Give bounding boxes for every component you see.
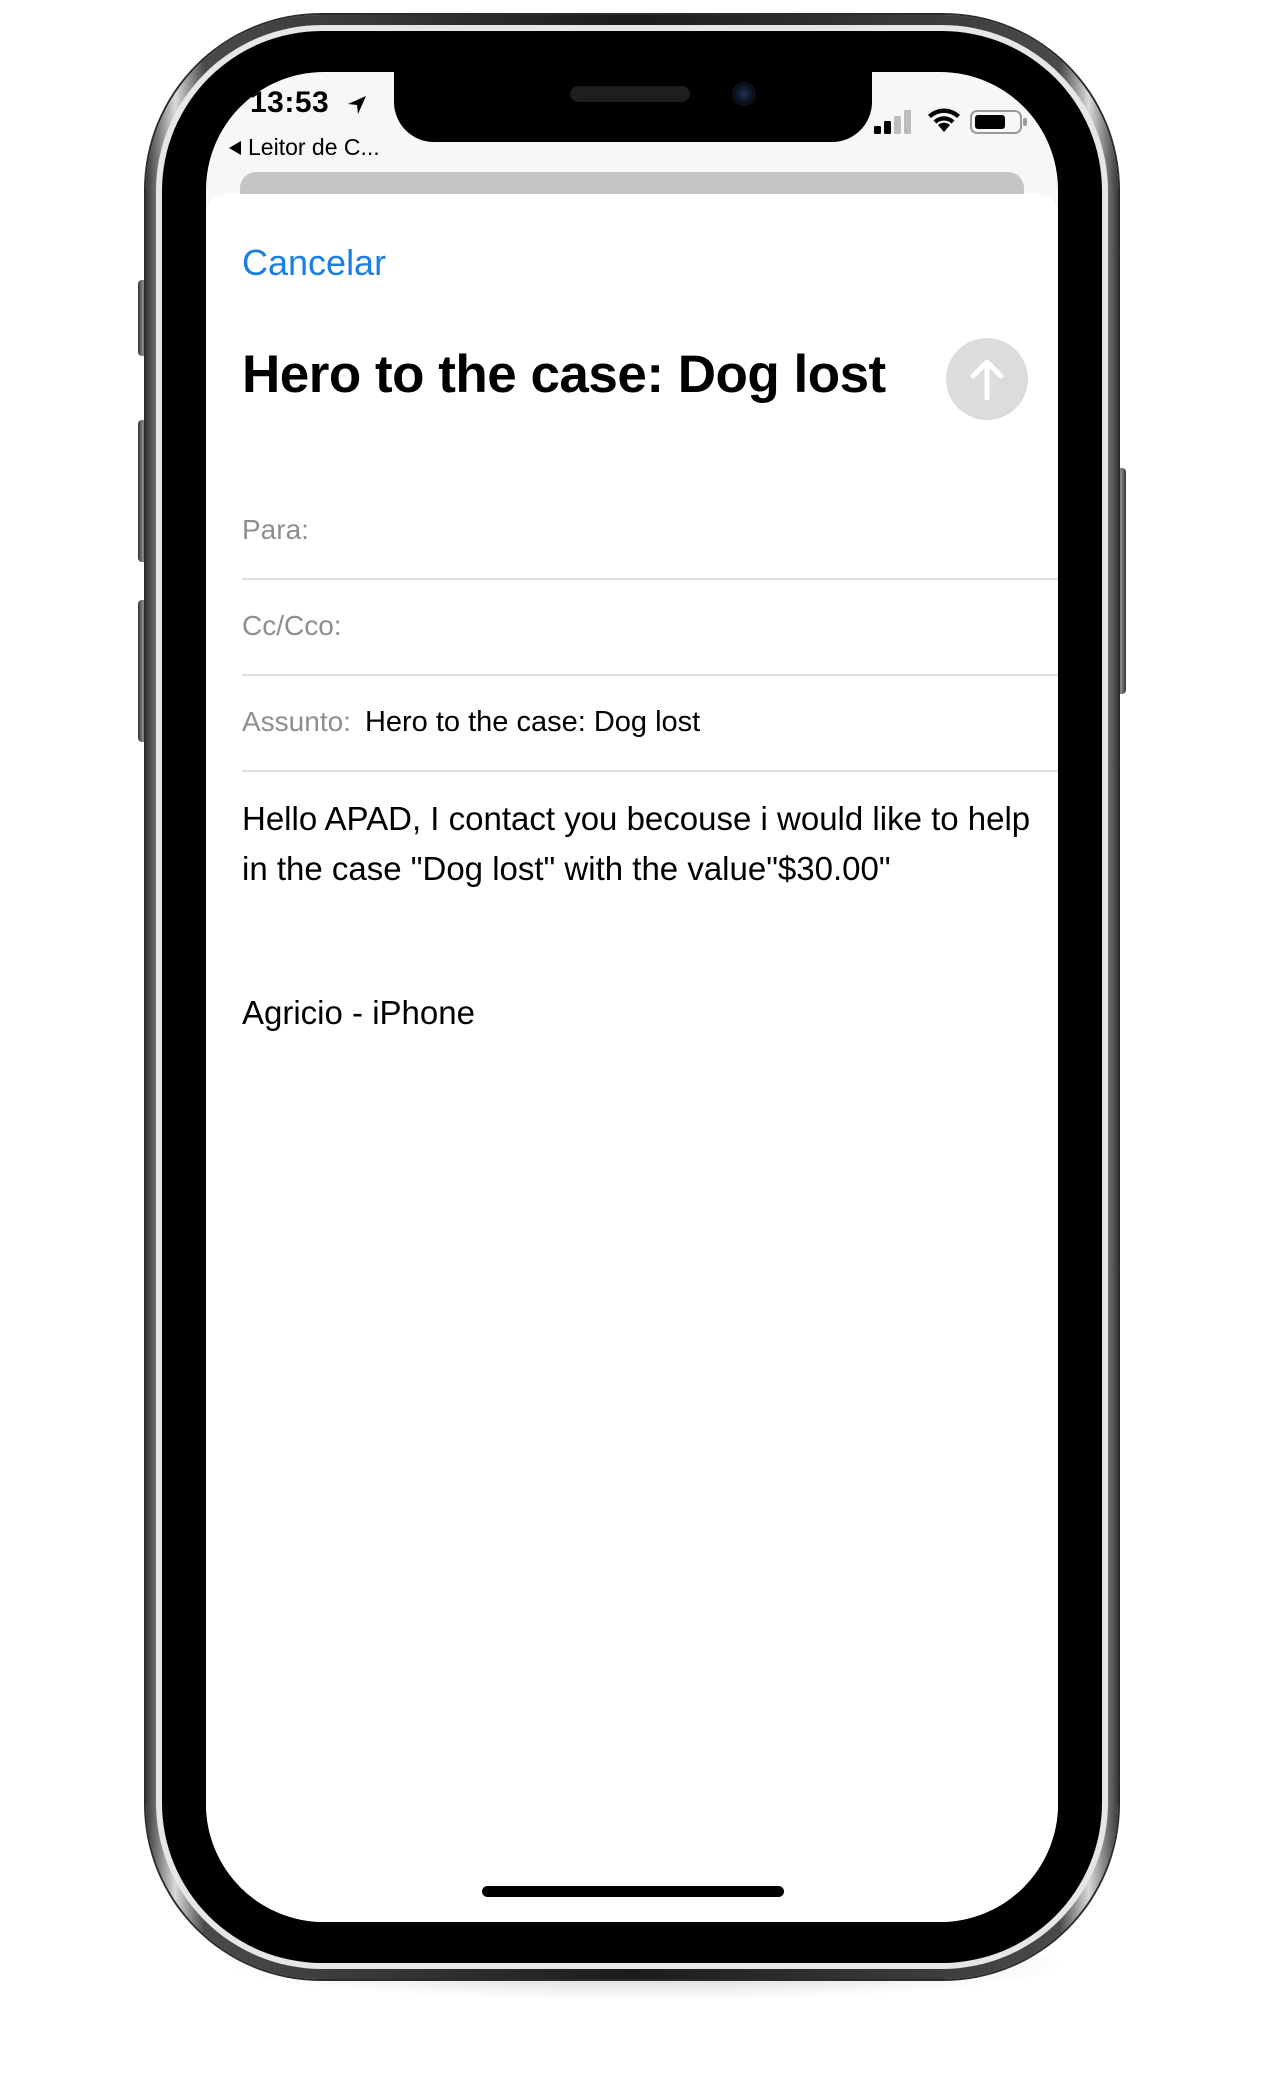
message-body[interactable]: Hello APAD, I contact you becouse i woul… (242, 794, 1042, 894)
back-to-app-link[interactable]: Leitor de C... (228, 134, 380, 161)
cancel-button[interactable]: Cancelar (242, 242, 386, 284)
to-field[interactable]: Para: (242, 482, 1058, 580)
phone-screen: 13:53 Leitor de C... Cancelar Hero to th… (206, 72, 1058, 1922)
wifi-icon (928, 108, 960, 132)
compose-title: Hero to the case: Dog lost (242, 345, 886, 404)
subject-label: Assunto: (242, 706, 351, 737)
earpiece-speaker (570, 86, 690, 102)
front-camera (732, 82, 756, 106)
back-triangle-icon (229, 140, 241, 155)
mail-compose-sheet: Cancelar Hero to the case: Dog lost Para… (206, 194, 1058, 1922)
status-time: 13:53 (250, 86, 330, 119)
battery-icon (970, 110, 1027, 134)
send-button[interactable] (946, 338, 1028, 420)
location-arrow-icon (348, 96, 366, 114)
back-app-label: Leitor de C... (248, 134, 380, 160)
cellular-signal-icon (874, 110, 911, 134)
subject-field[interactable]: Assunto: Hero to the case: Dog lost (242, 674, 1058, 772)
subject-value[interactable]: Hero to the case: Dog lost (365, 706, 700, 739)
cc-bcc-field[interactable]: Cc/Cco: (242, 578, 1058, 676)
message-signature[interactable]: Agricio - iPhone (242, 994, 475, 1032)
arrow-up-icon (970, 359, 1004, 401)
notch (394, 72, 872, 142)
to-label: Para: (242, 514, 309, 545)
home-indicator[interactable] (482, 1886, 784, 1897)
cc-bcc-label: Cc/Cco: (242, 610, 342, 641)
